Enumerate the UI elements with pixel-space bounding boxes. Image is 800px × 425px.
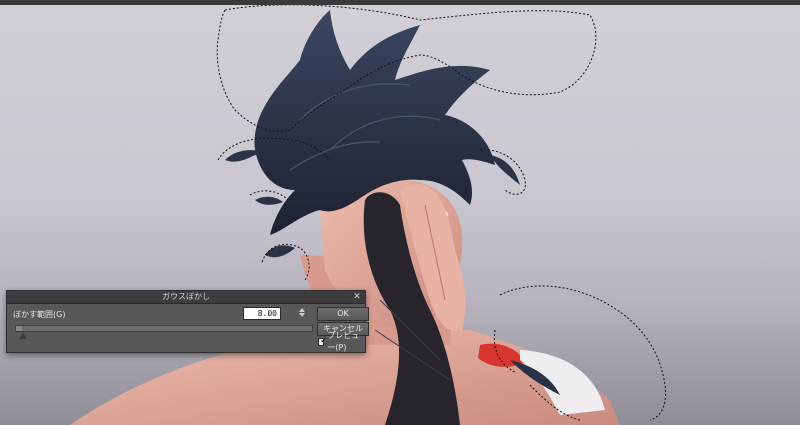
canvas-area[interactable]: [0, 0, 800, 425]
spin-down-icon[interactable]: [298, 313, 305, 317]
blur-range-input[interactable]: 8.00: [243, 307, 281, 320]
dialog-title: ガウスぼかし: [162, 292, 210, 301]
gaussian-blur-dialog[interactable]: ガウスぼかし ✕ ぼかす範囲(G) 8.00 OK キャンセル ✓ プレビュー(…: [6, 290, 369, 353]
preview-checkbox-row[interactable]: ✓ プレビュー(P): [318, 331, 365, 352]
dialog-title-bar[interactable]: ガウスぼかし ✕: [7, 291, 365, 304]
blur-range-slider[interactable]: [15, 325, 313, 332]
preview-label: プレビュー(P): [327, 331, 360, 352]
slider-fill: [16, 326, 22, 331]
blur-range-label: ぼかす範囲(G): [13, 310, 66, 319]
slider-thumb[interactable]: [18, 333, 27, 339]
canvas-top-border: [0, 0, 800, 5]
ok-button[interactable]: OK: [317, 307, 369, 321]
spin-up-icon[interactable]: [298, 308, 305, 312]
artwork-illustration: [70, 4, 667, 425]
blur-range-spinner[interactable]: [298, 307, 305, 320]
preview-checkbox[interactable]: ✓: [318, 336, 328, 346]
checkmark-icon: ✓: [320, 336, 328, 346]
close-icon[interactable]: ✕: [352, 291, 362, 303]
